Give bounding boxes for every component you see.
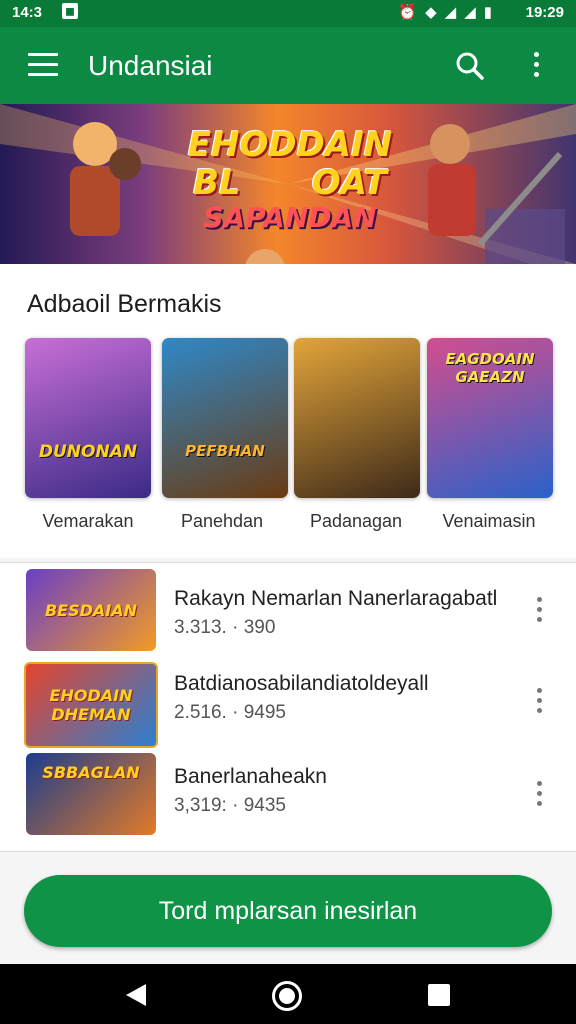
home-icon[interactable]	[272, 981, 302, 1011]
app-bar: Undansiai	[0, 27, 576, 104]
hero-title-line-1: EHODDAIN	[187, 125, 393, 165]
thumbnail-logo-text: BESDAIAN	[44, 601, 138, 620]
back-icon[interactable]	[126, 984, 146, 1006]
list-thumbnail: BESDAIAN	[26, 569, 156, 651]
more-options-icon[interactable]	[537, 688, 543, 718]
battery-icon: ▮	[483, 4, 492, 21]
card-label[interactable]: Padanagan	[286, 511, 426, 532]
wifi-icon: ◆	[425, 4, 437, 21]
list-item-title: Rakayn Nemarlan Nanerlaragabatl	[174, 587, 498, 610]
notification-icon: ◼	[62, 3, 78, 19]
menu-icon[interactable]	[28, 53, 58, 77]
card-image	[294, 338, 420, 498]
system-nav-bar	[0, 964, 576, 1024]
card-logo-text: PEFBHAN	[185, 442, 265, 460]
signal-icon: ◢	[444, 4, 457, 21]
list-thumbnail: SBBAGLAN	[26, 753, 156, 835]
search-icon[interactable]	[455, 51, 485, 81]
card-image	[162, 338, 288, 498]
status-time: 14:3	[12, 4, 43, 21]
list-item-meta: 2.516. · 9495	[174, 702, 286, 723]
status-bar: 14:3 ◼ ⏰ ◆ ◢ ◢ ▮ 19:29	[0, 0, 576, 27]
hero-title: EHODDAIN BL OAT SAPANDAN	[180, 126, 400, 234]
list-item[interactable]: BESDAIAN Rakayn Nemarlan Nanerlaragabatl…	[0, 569, 576, 659]
thumbnail-logo-text: SBBAGLAN	[42, 763, 140, 782]
section-title: Adbaoil Bermakis	[27, 290, 222, 318]
hero-title-line-2: BL OAT	[193, 163, 387, 203]
list-item-meta: 3,319: · 9435	[174, 795, 286, 816]
hero-banner[interactable]: EHODDAIN BL OAT SAPANDAN	[0, 104, 576, 264]
status-clock: 19:29	[525, 4, 564, 21]
card-logo-text: EAGDOAIN GAEAZN	[445, 350, 535, 386]
list-item-title: Banerlanaheakn	[174, 765, 327, 788]
status-icons: ⏰ ◆ ◢ ◢ ▮	[398, 3, 492, 21]
featured-card-3[interactable]	[294, 338, 420, 498]
list-item-title: Batdianosabilandiatoldeyall	[174, 672, 429, 695]
hero-title-line-3: SAPANDAN	[203, 201, 377, 234]
more-options-icon[interactable]	[537, 597, 543, 627]
more-options-icon[interactable]	[537, 781, 543, 811]
card-label[interactable]: Panehdan	[152, 511, 292, 532]
list-item[interactable]: SBBAGLAN Banerlanaheakn 3,319: · 9435	[0, 753, 576, 843]
thumbnail-logo-text: EHODAIN DHEMAN	[49, 686, 133, 724]
featured-card-2[interactable]: PEFBHAN	[162, 338, 288, 498]
more-options-icon[interactable]	[534, 52, 540, 82]
recent-apps-icon[interactable]	[428, 984, 450, 1006]
list-item[interactable]: EHODAIN DHEMAN Batdianosabilandiatoldeya…	[0, 662, 576, 752]
featured-card-4[interactable]: EAGDOAIN GAEAZN	[427, 338, 553, 498]
featured-section: Adbaoil Bermakis DUNONAN Vemarakan PEFBH…	[0, 264, 576, 558]
signal-2-icon: ◢	[464, 4, 476, 21]
card-image	[25, 338, 151, 498]
featured-card-1[interactable]: DUNONAN	[25, 338, 151, 498]
list-thumbnail: EHODAIN DHEMAN	[24, 662, 158, 748]
card-label[interactable]: Venaimasin	[419, 511, 559, 532]
alarm-icon: ⏰	[398, 4, 418, 21]
card-logo-text: DUNONAN	[38, 442, 138, 462]
app-title: Undansiai	[88, 50, 213, 81]
card-label[interactable]: Vemarakan	[18, 511, 158, 532]
list-item-meta: 3.313. · 390	[174, 617, 276, 638]
game-list: BESDAIAN Rakayn Nemarlan Nanerlaragabatl…	[0, 562, 576, 852]
primary-action-button[interactable]: Tord mplarsan inesirlan	[24, 875, 552, 947]
